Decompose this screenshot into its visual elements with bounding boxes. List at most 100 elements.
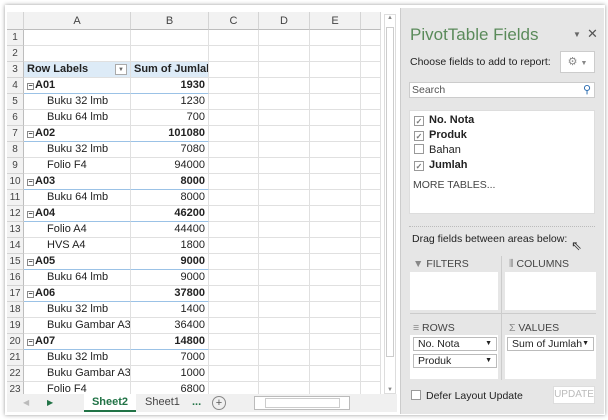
cell-c[interactable] xyxy=(209,174,259,190)
cell-e[interactable] xyxy=(310,110,361,126)
cell-a[interactable]: Buku 32 lmb xyxy=(24,302,131,318)
cell-b[interactable]: 1400 xyxy=(131,302,209,318)
cell-c[interactable] xyxy=(209,238,259,254)
cell-b[interactable]: 1230 xyxy=(131,94,209,110)
cell-f[interactable] xyxy=(361,126,381,142)
cell-d[interactable] xyxy=(259,110,310,126)
cell-c[interactable] xyxy=(209,206,259,222)
cell-d[interactable] xyxy=(259,142,310,158)
cell-d[interactable] xyxy=(259,270,310,286)
cell-e[interactable] xyxy=(310,254,361,270)
cell-c[interactable] xyxy=(209,318,259,334)
cell-d[interactable] xyxy=(259,334,310,350)
cell-b[interactable]: 8000 xyxy=(131,190,209,206)
cell-b[interactable]: 36400 xyxy=(131,318,209,334)
cell-e[interactable] xyxy=(310,46,361,62)
row-header[interactable]: 13 xyxy=(7,222,24,238)
cell-a[interactable]: − A07 xyxy=(24,334,131,350)
cell-f[interactable] xyxy=(361,30,381,46)
scroll-down-icon[interactable]: ▼ xyxy=(387,387,393,393)
cell-f[interactable] xyxy=(361,78,381,94)
column-header-b[interactable]: B xyxy=(131,12,209,30)
scroll-up-icon[interactable]: ▲ xyxy=(387,15,393,21)
cell-e[interactable] xyxy=(310,94,361,110)
cell-b[interactable]: 14800 xyxy=(131,334,209,350)
cell-d[interactable] xyxy=(259,254,310,270)
cell-a[interactable]: − A02 xyxy=(24,126,131,142)
cell-f[interactable] xyxy=(361,318,381,334)
column-header-f[interactable] xyxy=(361,12,381,30)
row-header[interactable]: 3 xyxy=(7,62,24,78)
cell-b[interactable] xyxy=(131,46,209,62)
cell-c[interactable] xyxy=(209,302,259,318)
cell-e[interactable] xyxy=(310,350,361,366)
cell-b[interactable]: 46200 xyxy=(131,206,209,222)
horizontal-scrollbar[interactable] xyxy=(254,396,350,410)
cell-d[interactable] xyxy=(259,286,310,302)
select-all-corner[interactable] xyxy=(7,12,24,30)
row-header[interactable]: 9 xyxy=(7,158,24,174)
row-header[interactable]: 6 xyxy=(7,110,24,126)
column-header-d[interactable]: D xyxy=(259,12,310,30)
cell-c[interactable] xyxy=(209,286,259,302)
cell-e[interactable] xyxy=(310,30,361,46)
more-tables-link[interactable]: MORE TABLES... xyxy=(413,179,495,191)
cell-d[interactable] xyxy=(259,350,310,366)
cell-a[interactable]: Folio F4 xyxy=(24,158,131,174)
row-header[interactable]: 20 xyxy=(7,334,24,350)
cell-e[interactable] xyxy=(310,286,361,302)
cell-c[interactable] xyxy=(209,110,259,126)
cell-b[interactable]: 1930 xyxy=(131,78,209,94)
collapse-icon[interactable]: − xyxy=(27,259,34,266)
cell-a[interactable]: Buku 64 lmb xyxy=(24,110,131,126)
cell-f[interactable] xyxy=(361,110,381,126)
rows-field-produk[interactable]: Produk ▼ xyxy=(413,354,497,368)
collapse-icon[interactable]: − xyxy=(27,339,34,346)
column-header-a[interactable]: A xyxy=(24,12,131,30)
row-header[interactable]: 18 xyxy=(7,302,24,318)
cell-c[interactable] xyxy=(209,126,259,142)
row-header[interactable]: 11 xyxy=(7,190,24,206)
cell-c[interactable] xyxy=(209,30,259,46)
cell-a[interactable]: − A03 xyxy=(24,174,131,190)
values-field-sum-of-jumlah[interactable]: Sum of Jumlah ▼ xyxy=(507,337,594,351)
cell-a[interactable]: Folio A4 xyxy=(24,222,131,238)
add-sheet-button[interactable]: + xyxy=(212,396,226,410)
cell-b[interactable]: 9000 xyxy=(131,270,209,286)
cell-d[interactable] xyxy=(259,206,310,222)
cell-b[interactable]: 7080 xyxy=(131,142,209,158)
pane-options-icon[interactable]: ▼ xyxy=(573,30,581,39)
cell-d[interactable] xyxy=(259,126,310,142)
row-header[interactable]: 21 xyxy=(7,350,24,366)
cell-c[interactable] xyxy=(209,78,259,94)
cell-c[interactable] xyxy=(209,350,259,366)
row-header[interactable]: 19 xyxy=(7,318,24,334)
row-header[interactable]: 17 xyxy=(7,286,24,302)
cell-e[interactable] xyxy=(310,126,361,142)
cell-f[interactable] xyxy=(361,206,381,222)
defer-layout-checkbox[interactable]: Defer Layout Update xyxy=(411,390,523,402)
column-header-c[interactable]: C xyxy=(209,12,259,30)
cell-f[interactable] xyxy=(361,302,381,318)
cell-e[interactable] xyxy=(310,142,361,158)
vertical-scrollbar[interactable]: ▲ ▼ xyxy=(384,14,396,394)
cell-a[interactable]: HVS A4 xyxy=(24,238,131,254)
field-checkbox[interactable]: ✓ Produk xyxy=(414,128,467,143)
cell-b[interactable]: Sum of Jumlah xyxy=(131,62,209,78)
field-checkbox[interactable]: ✓ No. Nota xyxy=(414,113,474,128)
cell-a[interactable]: Buku 32 lmb xyxy=(24,94,131,110)
field-checkbox[interactable]: Bahan xyxy=(414,143,461,158)
cell-e[interactable] xyxy=(310,174,361,190)
cell-e[interactable] xyxy=(310,78,361,94)
cell-e[interactable] xyxy=(310,238,361,254)
cell-c[interactable] xyxy=(209,270,259,286)
cell-e[interactable] xyxy=(310,334,361,350)
rows-field-no-nota[interactable]: No. Nota ▼ xyxy=(413,337,497,351)
cell-d[interactable] xyxy=(259,238,310,254)
cell-b[interactable]: 37800 xyxy=(131,286,209,302)
scroll-thumb[interactable] xyxy=(386,27,394,357)
cell-e[interactable] xyxy=(310,62,361,78)
cell-a[interactable]: Row Labels ▼ xyxy=(24,62,131,78)
cell-d[interactable] xyxy=(259,62,310,78)
cell-d[interactable] xyxy=(259,222,310,238)
